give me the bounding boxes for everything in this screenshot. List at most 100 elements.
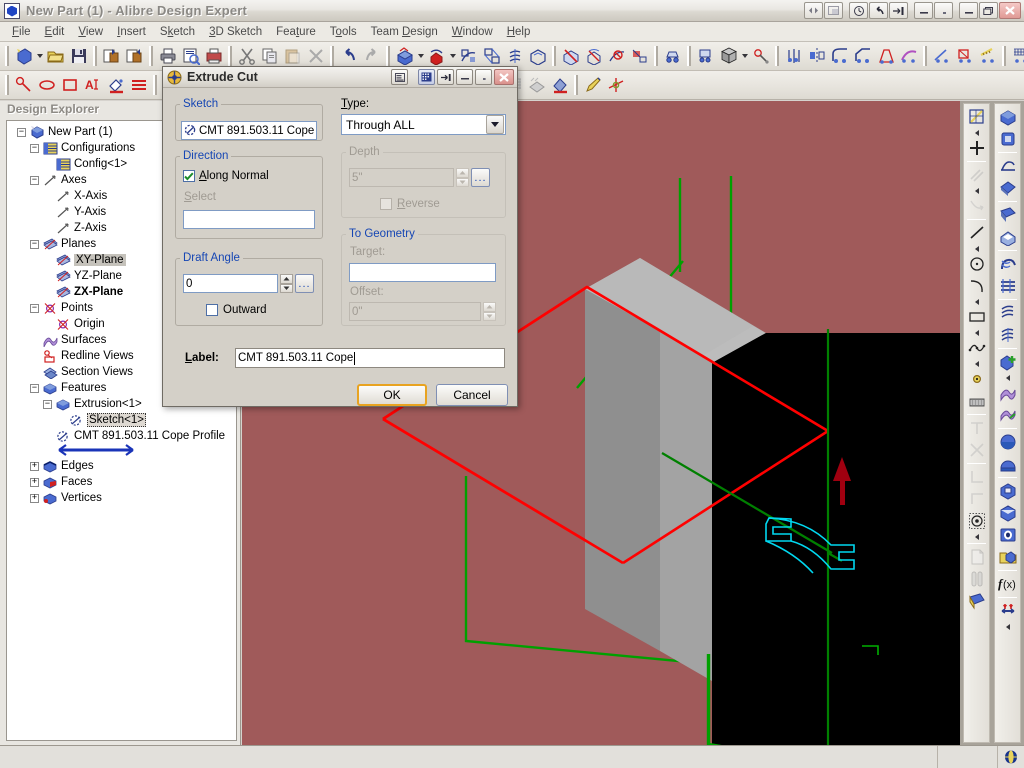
cancel-button[interactable]: Cancel [436, 384, 508, 406]
helical-cut-icon[interactable] [996, 324, 1019, 346]
boolean-icon[interactable] [953, 45, 976, 68]
dialog-pin-button[interactable] [437, 69, 454, 85]
depth-field[interactable]: 5" [349, 168, 454, 187]
paste-icon[interactable] [281, 45, 304, 68]
revolve-boss-icon[interactable] [996, 128, 1019, 150]
dropdown-caret-icon[interactable] [965, 328, 988, 337]
sketch-ellipse-icon[interactable] [35, 74, 58, 97]
hole-icon[interactable] [996, 524, 1019, 546]
reverse-row[interactable]: Reverse [380, 198, 440, 210]
tree-toggle-collapse[interactable]: − [30, 176, 39, 185]
menu-help[interactable]: Help [500, 24, 538, 40]
outward-checkbox[interactable] [206, 304, 218, 316]
extrude-boss-icon[interactable] [996, 106, 1019, 128]
dialog-minimize-button[interactable] [456, 69, 473, 85]
fillet-icon[interactable] [996, 253, 1019, 275]
draft-angle-more-button[interactable]: ... [295, 274, 314, 293]
along-normal-row[interactable]: Along Normal [183, 170, 269, 182]
dialog-expand-button[interactable] [391, 69, 408, 85]
dropdown-caret-icon[interactable] [996, 373, 1019, 382]
open-file-icon[interactable] [44, 45, 67, 68]
pattern-icon[interactable] [782, 45, 805, 68]
sketch-line-red-icon[interactable] [12, 74, 35, 97]
undo-arrow-button[interactable] [869, 2, 888, 19]
restore-split-button[interactable] [804, 2, 823, 19]
minimize-button[interactable] [959, 2, 978, 19]
fillet-icon[interactable] [828, 45, 851, 68]
chamfer-icon[interactable] [851, 45, 874, 68]
folder-feature-icon[interactable] [996, 546, 1019, 568]
reverse-checkbox[interactable] [380, 198, 392, 210]
sketch-name-field[interactable]: CMT 891.503.11 Cope P [181, 121, 317, 140]
loft-boss-icon[interactable] [480, 45, 503, 68]
outward-row[interactable]: Outward [206, 304, 266, 316]
tree-toggle-collapse[interactable]: − [30, 384, 39, 393]
history-clock-button[interactable] [849, 2, 868, 19]
blend-icon[interactable] [897, 45, 920, 68]
dropdown-caret-icon[interactable] [965, 297, 988, 306]
toolbar-grip[interactable] [1002, 46, 1006, 66]
revolve-cut-icon[interactable] [582, 45, 605, 68]
dialog-grid-button[interactable] [418, 69, 435, 85]
assembly-tool-icon[interactable] [661, 45, 684, 68]
print-setup-icon[interactable] [202, 45, 225, 68]
reference-point-icon[interactable] [965, 368, 988, 390]
corner-extend-icon[interactable] [965, 488, 988, 510]
check-in-icon[interactable] [100, 45, 123, 68]
draft-angle-up[interactable] [280, 274, 293, 284]
tree-toggle-expand[interactable]: + [30, 494, 39, 503]
type-select[interactable]: Through ALL [341, 114, 506, 135]
menu-feature[interactable]: Feature [269, 24, 323, 40]
helical-boss-icon[interactable] [503, 45, 526, 68]
draft-icon[interactable] [996, 502, 1019, 524]
toolbar-grip[interactable] [654, 46, 658, 66]
surface-icon[interactable] [996, 382, 1019, 404]
along-normal-checkbox[interactable] [183, 170, 195, 182]
restore-doc-button[interactable] [934, 2, 953, 19]
tree-toggle-collapse[interactable]: − [43, 400, 52, 409]
sweep-boss-icon[interactable] [996, 155, 1019, 177]
toolbar-grip[interactable] [552, 46, 556, 66]
physical-props-icon[interactable] [749, 45, 772, 68]
loft-cut-icon[interactable] [628, 45, 651, 68]
menu-view[interactable]: View [71, 24, 110, 40]
toolbar-grip[interactable] [574, 75, 578, 95]
toolbar-grip[interactable] [149, 46, 153, 66]
sketch-lines-icon[interactable] [127, 74, 150, 97]
chamfer-icon[interactable] [996, 275, 1019, 297]
new-part-icon[interactable] [12, 45, 35, 68]
tree-item[interactable]: +Faces [11, 474, 236, 490]
add-material-icon[interactable] [996, 351, 1019, 373]
depth-down[interactable] [456, 178, 469, 188]
axes-icon[interactable] [604, 74, 627, 97]
minimize-doc-button[interactable] [914, 2, 933, 19]
tree-toggle-collapse[interactable]: − [30, 144, 39, 153]
tree-toggle-collapse[interactable]: − [30, 240, 39, 249]
sweep-boss-icon[interactable] [457, 45, 480, 68]
chevron-down-icon[interactable] [486, 115, 504, 134]
column-icon[interactable] [965, 568, 988, 590]
depth-more-button[interactable]: ... [471, 168, 490, 187]
shaded-view-icon[interactable] [965, 590, 988, 612]
point-cross-icon[interactable] [965, 137, 988, 159]
sketch-rectangle-icon[interactable] [58, 74, 81, 97]
render-cube-icon[interactable] [717, 45, 740, 68]
mirror-icon[interactable] [805, 45, 828, 68]
circle-icon[interactable] [965, 253, 988, 275]
hatch-icon[interactable] [965, 390, 988, 412]
new-dropdown-caret[interactable] [35, 45, 44, 68]
check-out-icon[interactable] [123, 45, 146, 68]
rollback-bar-icon[interactable] [11, 444, 236, 458]
menu-tools[interactable]: Tools [323, 24, 364, 40]
toolbar-grip[interactable] [687, 46, 691, 66]
maximize-button[interactable] [979, 2, 998, 19]
ok-button[interactable]: OK [357, 384, 427, 406]
line-icon[interactable] [965, 222, 988, 244]
dome-icon[interactable] [996, 453, 1019, 475]
toolbar-grip[interactable] [5, 75, 9, 95]
sketch-target-icon[interactable] [965, 510, 988, 532]
sphere-icon[interactable] [996, 431, 1019, 453]
draft-angle-down[interactable] [280, 284, 293, 294]
sketch-plane-icon[interactable] [965, 106, 988, 128]
extrude-dropdown-caret[interactable] [416, 45, 425, 68]
